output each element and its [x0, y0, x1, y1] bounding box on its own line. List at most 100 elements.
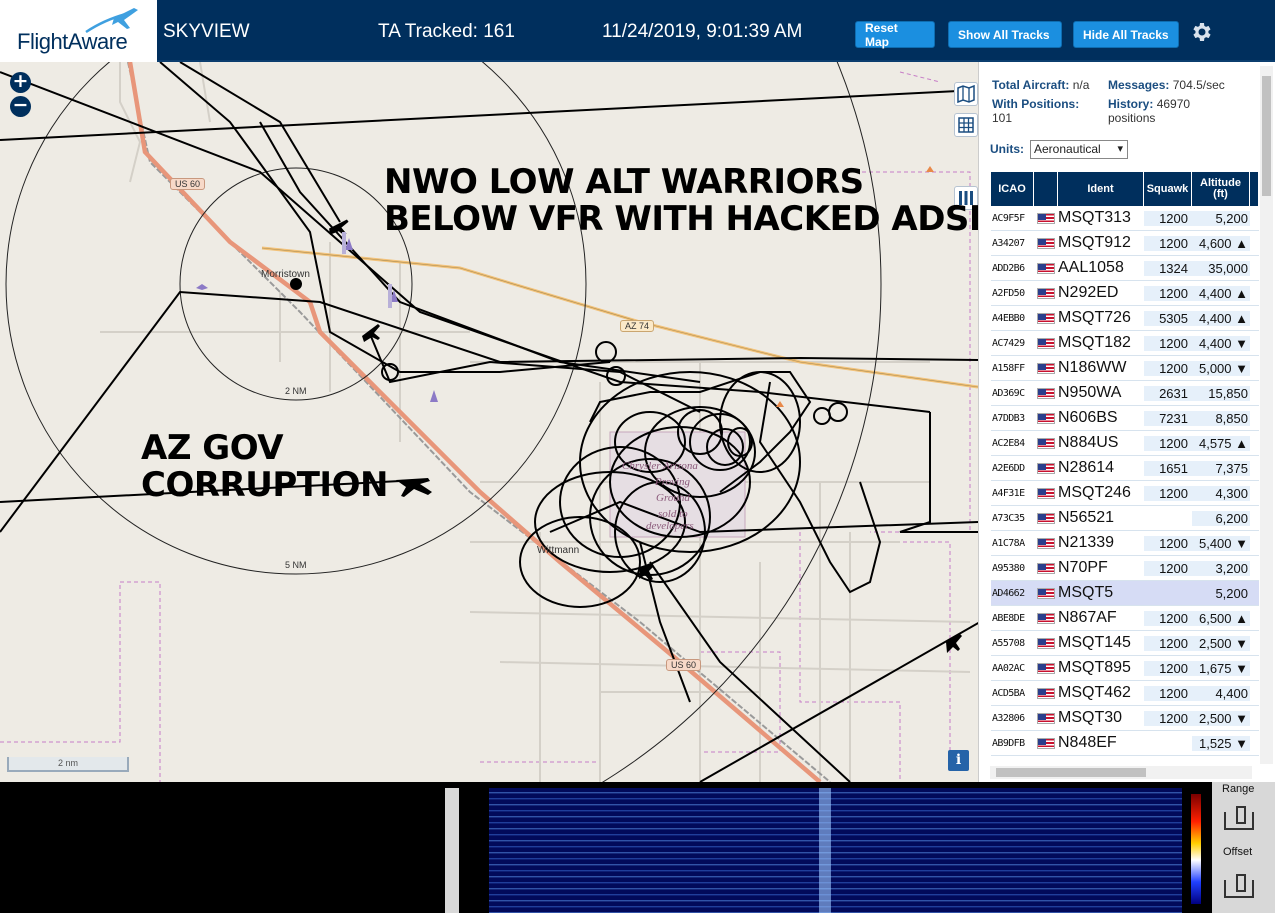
cell-icao: A2FD50 — [992, 287, 1025, 299]
waterfall-row — [489, 846, 1182, 848]
cell-altitude: 7,375 — [1192, 460, 1250, 476]
cell-icao: A2E6DD — [992, 462, 1025, 474]
table-row[interactable]: AC7429 MSQT182 1200 4,400 ▼ — [991, 331, 1259, 356]
waterfall-row — [489, 900, 1182, 902]
cell-icao: A55708 — [992, 637, 1025, 649]
cell-flag — [1034, 662, 1058, 674]
col-header-icao[interactable]: ICAO — [991, 172, 1034, 206]
col-header-squawk[interactable]: Squawk — [1144, 172, 1192, 206]
table-row[interactable]: ADD2B6 AAL1058 1324 35,000 — [991, 256, 1259, 281]
cell-icao: A4F31E — [992, 487, 1025, 499]
cell-squawk: 7231 — [1144, 410, 1192, 426]
cell-squawk: 1324 — [1144, 260, 1192, 276]
map-view[interactable]: + − i 2 nm Morristown Wittmann 2 NM 5 NM… — [0, 62, 978, 782]
table-row[interactable]: AC2E84 N884US 1200 4,575 ▲ — [991, 431, 1259, 456]
cell-altitude: 2,500 ▼ — [1192, 635, 1250, 651]
table-row[interactable]: A1C78A N21339 1200 5,400 ▼ — [991, 531, 1259, 556]
show-all-tracks-button[interactable]: Show All Tracks — [948, 21, 1062, 48]
table-horizontal-scrollbar[interactable] — [990, 766, 1252, 779]
tracked-count: TA Tracked: 161 — [378, 21, 515, 42]
table-row[interactable]: A34207 MSQT912 1200 4,600 ▲ — [991, 231, 1259, 256]
zoom-in-button[interactable]: + — [10, 72, 31, 93]
scale-label: 2 nm — [57, 758, 78, 768]
total-aircraft-value: n/a — [1072, 78, 1090, 92]
info-button[interactable]: i — [948, 750, 969, 771]
range-slider[interactable] — [1224, 806, 1254, 830]
table-row[interactable]: AB9DFB N848EF 1,525 ▼ — [991, 731, 1259, 756]
history-label: History: — [1108, 97, 1154, 111]
waterfall-row — [489, 804, 1182, 806]
cell-flag — [1034, 337, 1058, 349]
units-select[interactable]: Aeronautical — [1030, 140, 1128, 159]
vertical-scroll-thumb[interactable] — [1262, 76, 1271, 196]
map-layers-button[interactable] — [954, 82, 978, 106]
header-bar: FlightAware SKYVIEW TA Tracked: 161 11/2… — [0, 0, 1275, 62]
cell-ident: MSQT726 — [1058, 309, 1131, 326]
offset-slider[interactable] — [1224, 874, 1254, 898]
table-row[interactable]: AD369C N950WA 2631 15,850 — [991, 381, 1259, 406]
cell-ident: N884US — [1058, 434, 1119, 451]
col-header-flag[interactable] — [1034, 172, 1058, 206]
col-header-extra[interactable] — [1250, 172, 1259, 206]
table-row[interactable]: A4EBB0 MSQT726 5305 4,400 ▲ — [991, 306, 1259, 331]
zoom-out-button[interactable]: − — [10, 96, 31, 117]
cell-squawk: 1200 — [1144, 685, 1192, 701]
table-row[interactable]: ACD5BA MSQT462 1200 4,400 — [991, 681, 1259, 706]
road-shield-az74: AZ 74 — [620, 320, 655, 332]
cell-ident: AAL1058 — [1058, 259, 1124, 276]
table-row[interactable]: AD4662 MSQT5 5,200 — [991, 581, 1259, 606]
stat-with-positions: With Positions: 101 — [992, 97, 1102, 125]
skyview-app: FlightAware SKYVIEW TA Tracked: 161 11/2… — [0, 0, 1275, 913]
cell-flag — [1034, 712, 1058, 724]
cell-icao: A158FF — [992, 362, 1025, 374]
cell-squawk: 1200 — [1144, 360, 1192, 376]
reset-map-button[interactable]: Reset Map — [855, 21, 935, 49]
scale-bar: 2 nm — [7, 757, 129, 772]
flightaware-logo[interactable]: FlightAware — [0, 0, 157, 62]
cell-altitude: 1,675 ▼ — [1192, 660, 1250, 676]
cell-flag — [1034, 462, 1058, 474]
cell-flag — [1034, 637, 1058, 649]
annotation-az-line1: AZ GOV — [141, 428, 284, 468]
history-value: 46970 — [1156, 97, 1191, 111]
cell-altitude: 6,200 — [1192, 510, 1250, 526]
gear-icon[interactable] — [1190, 20, 1214, 44]
cell-squawk: 1200 — [1144, 660, 1192, 676]
horizontal-scroll-thumb[interactable] — [996, 768, 1146, 777]
hide-all-tracks-button[interactable]: Hide All Tracks — [1073, 21, 1179, 48]
table-row[interactable]: A32806 MSQT30 1200 2,500 ▼ — [991, 706, 1259, 731]
table-row[interactable]: A158FF N186WW 1200 5,000 ▼ — [991, 356, 1259, 381]
col-header-ident[interactable]: Ident — [1058, 172, 1144, 206]
cell-flag — [1034, 487, 1058, 499]
table-row[interactable]: AA02AC MSQT895 1200 1,675 ▼ — [991, 656, 1259, 681]
table-row[interactable]: A55708 MSQT145 1200 2,500 ▼ — [991, 631, 1259, 656]
aircraft-table: ICAO Ident Squawk Altitude (ft) AC9F5F MS… — [991, 172, 1259, 756]
cell-squawk: 1200 — [1144, 710, 1192, 726]
table-row[interactable]: AC9F5F MSQT313 1200 5,200 — [991, 206, 1259, 231]
cell-flag — [1034, 587, 1058, 599]
cell-icao: A32806 — [992, 712, 1025, 724]
cell-squawk: 1200 — [1144, 560, 1192, 576]
table-row[interactable]: A2FD50 N292ED 1200 4,400 ▲ — [991, 281, 1259, 306]
table-row[interactable]: A4F31E MSQT246 1200 4,300 — [991, 481, 1259, 506]
map-icon — [957, 84, 975, 104]
cell-icao: A34207 — [992, 237, 1025, 249]
col-header-altitude[interactable]: Altitude (ft) — [1192, 172, 1250, 206]
table-row[interactable]: A2E6DD N28614 1651 7,375 — [991, 456, 1259, 481]
table-row[interactable]: ABE8DE N867AF 1200 6,500 ▲ — [991, 606, 1259, 631]
table-row[interactable]: A7DDB3 N606BS 7231 8,850 — [991, 406, 1259, 431]
total-aircraft-label: Total Aircraft: — [992, 78, 1070, 92]
waterfall-row — [489, 888, 1182, 890]
cell-altitude: 5,000 ▼ — [1192, 360, 1250, 376]
stat-messages: Messages: 704.5/sec — [1108, 78, 1225, 92]
cell-icao: ABE8DE — [992, 612, 1025, 624]
grid-toggle-button[interactable] — [954, 113, 978, 137]
table-row[interactable]: A73C35 N56521 6,200 — [991, 506, 1259, 531]
table-row[interactable]: A95380 N70PF 1200 3,200 — [991, 556, 1259, 581]
waterfall-row — [489, 798, 1182, 800]
waterfall-display[interactable] — [459, 788, 1212, 913]
with-positions-label: With Positions: — [992, 97, 1080, 111]
cell-flag — [1034, 437, 1058, 449]
cell-icao: AD4662 — [992, 587, 1025, 599]
table-vertical-scrollbar[interactable] — [1260, 66, 1273, 764]
